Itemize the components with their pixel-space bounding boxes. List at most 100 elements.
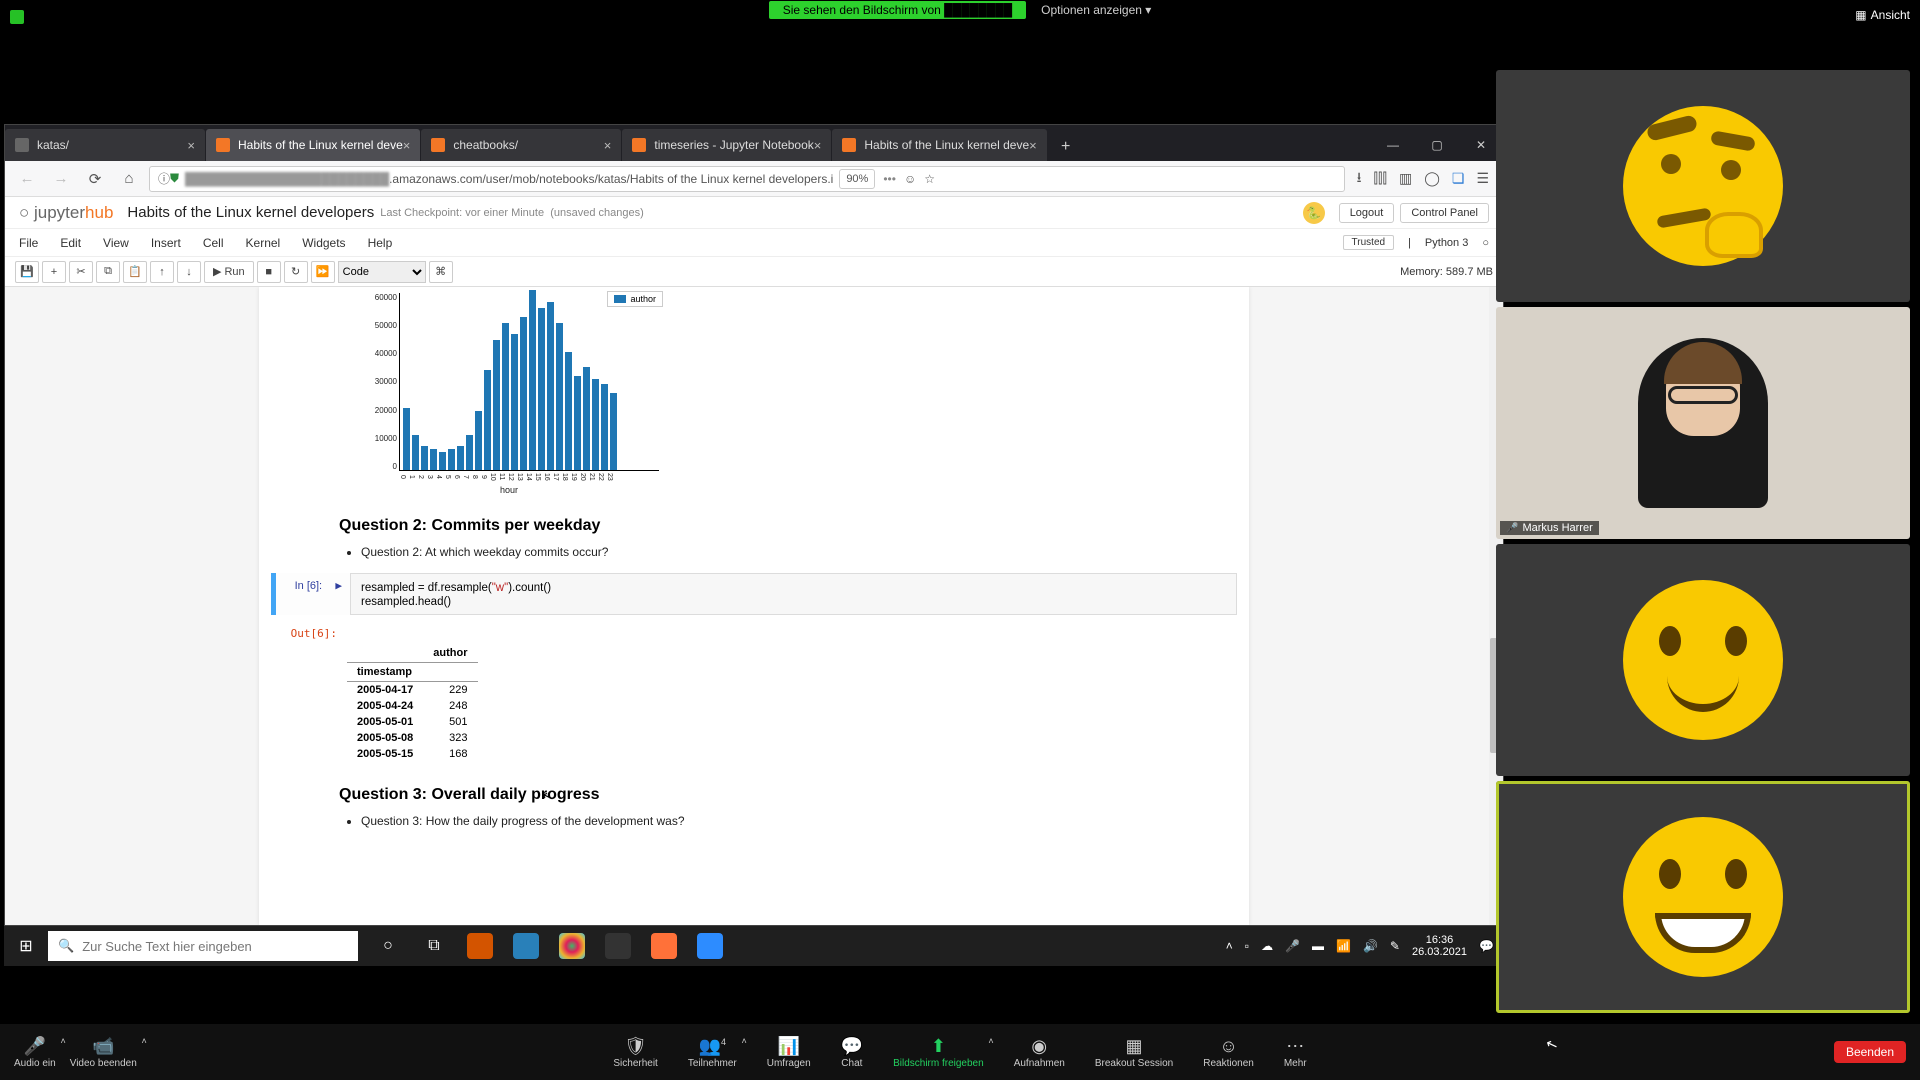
- close-icon[interactable]: ×: [604, 138, 612, 153]
- security-button[interactable]: 🛡Sicherheit: [613, 1036, 657, 1069]
- control-panel-button[interactable]: Control Panel: [1400, 203, 1489, 223]
- tab[interactable]: katas/×: [5, 129, 205, 161]
- notebook-header: ○ jupyterhub Habits of the Linux kernel …: [5, 197, 1503, 229]
- code-cell[interactable]: In [6]: ▶ resampled = df.resample("w").c…: [271, 573, 1237, 615]
- tray-icon[interactable]: ▫: [1245, 939, 1249, 953]
- search-input[interactable]: 🔍 Zur Suche Text hier eingeben: [48, 931, 358, 961]
- tray-icon[interactable]: ☁: [1261, 939, 1273, 953]
- tab[interactable]: Habits of the Linux kernel deve×: [206, 129, 420, 161]
- zoom-controls: 🎤Audio ein˄ 📹Video beenden˄ 🛡Sicherheit …: [0, 1024, 1920, 1080]
- audio-button[interactable]: 🎤Audio ein˄: [14, 1036, 56, 1069]
- window-controls: — ▢ ✕: [1371, 129, 1503, 161]
- forward-button[interactable]: →: [47, 165, 75, 193]
- restart-run-button[interactable]: ⏩: [311, 261, 335, 283]
- view-button[interactable]: ▦ Ansicht: [1855, 8, 1910, 22]
- close-icon[interactable]: ×: [403, 138, 411, 153]
- tray-chevron-icon[interactable]: ˄: [1226, 939, 1233, 953]
- library-icon[interactable]: ⫿⫿⫿: [1374, 170, 1387, 187]
- participant-tile[interactable]: [1496, 544, 1910, 776]
- command-palette-button[interactable]: ⌘: [429, 261, 453, 283]
- menu-cell[interactable]: Cell: [203, 236, 224, 250]
- cortana-icon[interactable]: ○: [368, 926, 408, 966]
- task-view-icon[interactable]: ⧉: [414, 926, 454, 966]
- close-icon[interactable]: ×: [814, 138, 822, 153]
- tab[interactable]: cheatbooks/×: [421, 129, 621, 161]
- menu-insert[interactable]: Insert: [151, 236, 181, 250]
- new-tab-button[interactable]: +: [1052, 133, 1080, 161]
- tray-wifi-icon[interactable]: 📶: [1336, 939, 1351, 953]
- restart-button[interactable]: ↻: [284, 261, 308, 283]
- app-icon[interactable]: [506, 926, 546, 966]
- notebook-title[interactable]: Habits of the Linux kernel developers: [127, 204, 374, 221]
- back-button[interactable]: ←: [13, 165, 41, 193]
- tray-volume-icon[interactable]: 🔊: [1363, 939, 1378, 953]
- move-up-button[interactable]: ↑: [150, 261, 174, 283]
- record-button[interactable]: ◉Aufnahmen: [1014, 1036, 1065, 1069]
- trusted-badge[interactable]: Trusted: [1343, 235, 1395, 250]
- participant-tile[interactable]: [1496, 781, 1910, 1013]
- account-icon[interactable]: ◯: [1424, 170, 1440, 187]
- home-button[interactable]: ⌂: [115, 165, 143, 193]
- container-icon[interactable]: ❏: [1452, 170, 1465, 187]
- participant-tile[interactable]: [1496, 70, 1910, 302]
- move-down-button[interactable]: ↓: [177, 261, 201, 283]
- app-icon[interactable]: [644, 926, 684, 966]
- reader-icon[interactable]: ☺: [904, 172, 916, 186]
- more-icon[interactable]: •••: [883, 172, 896, 186]
- breakout-button[interactable]: ▦Breakout Session: [1095, 1036, 1173, 1069]
- app-icon[interactable]: [460, 926, 500, 966]
- menu-view[interactable]: View: [103, 236, 129, 250]
- kernel-name[interactable]: Python 3: [1425, 237, 1468, 249]
- reload-button[interactable]: ⟳: [81, 165, 109, 193]
- tray-icon[interactable]: ✎: [1390, 939, 1400, 953]
- tray-battery-icon[interactable]: ▬: [1312, 939, 1324, 953]
- notifications-icon[interactable]: 💬: [1479, 939, 1494, 953]
- menu-kernel[interactable]: Kernel: [246, 236, 281, 250]
- stop-button[interactable]: ■: [257, 261, 281, 283]
- polls-button[interactable]: 📊Umfragen: [767, 1036, 811, 1069]
- close-icon[interactable]: ×: [1029, 138, 1037, 153]
- participant-tile[interactable]: 🎤Markus Harrer: [1496, 307, 1910, 539]
- menu-help[interactable]: Help: [368, 236, 393, 250]
- participants-button[interactable]: 👥4Teilnehmer˄: [688, 1036, 737, 1069]
- bookmark-icon[interactable]: ☆: [924, 172, 935, 186]
- clock[interactable]: 16:3626.03.2021: [1412, 934, 1467, 958]
- share-screen-button[interactable]: ⬆Bildschirm freigeben˄: [893, 1036, 984, 1069]
- menu-edit[interactable]: Edit: [60, 236, 81, 250]
- markdown-cell[interactable]: Question 3: Overall daily progress Quest…: [259, 772, 1249, 836]
- tray-mic-icon[interactable]: 🎤: [1285, 939, 1300, 953]
- menu-file[interactable]: File: [19, 236, 38, 250]
- options-dropdown[interactable]: Optionen anzeigen ▾: [1041, 3, 1151, 17]
- sidebar-icon[interactable]: ▥: [1399, 170, 1412, 187]
- logout-button[interactable]: Logout: [1339, 203, 1395, 223]
- add-cell-button[interactable]: +: [42, 261, 66, 283]
- app-icon[interactable]: [598, 926, 638, 966]
- maximize-button[interactable]: ▢: [1415, 129, 1459, 161]
- app-icon[interactable]: [552, 926, 592, 966]
- markdown-cell[interactable]: Question 2: Commits per weekday Question…: [259, 503, 1249, 567]
- cell-type-select[interactable]: Code: [338, 261, 426, 283]
- tab[interactable]: timeseries - Jupyter Notebook×: [622, 129, 831, 161]
- end-button[interactable]: Beenden: [1834, 1041, 1906, 1063]
- save-button[interactable]: 💾: [15, 261, 39, 283]
- more-button[interactable]: ⋯Mehr: [1284, 1036, 1307, 1069]
- reactions-button[interactable]: ☺Reaktionen: [1203, 1036, 1254, 1069]
- run-button[interactable]: ▶ Run: [204, 261, 254, 283]
- minimize-button[interactable]: —: [1371, 129, 1415, 161]
- paste-button[interactable]: 📋: [123, 261, 147, 283]
- tab[interactable]: Habits of the Linux kernel deve×: [832, 129, 1046, 161]
- jupyter-notebook: ○ jupyterhub Habits of the Linux kernel …: [5, 197, 1503, 925]
- app-icon[interactable]: [690, 926, 730, 966]
- start-button[interactable]: ⊞: [4, 926, 48, 966]
- menu-widgets[interactable]: Widgets: [302, 236, 345, 250]
- chat-button[interactable]: 💬Chat: [841, 1036, 863, 1069]
- code-input[interactable]: resampled = df.resample("w").count() res…: [350, 573, 1237, 615]
- url-input[interactable]: ⓘ ⛊ ████████████████████████ .amazonaws.…: [149, 166, 1345, 192]
- close-icon[interactable]: ×: [187, 138, 195, 153]
- download-icon[interactable]: ⭳: [1357, 167, 1362, 191]
- cut-button[interactable]: ✂: [69, 261, 93, 283]
- video-button[interactable]: 📹Video beenden˄: [70, 1036, 137, 1069]
- copy-button[interactable]: ⧉: [96, 261, 120, 283]
- menu-icon[interactable]: ☰: [1476, 170, 1489, 187]
- zoom-badge[interactable]: 90%: [839, 169, 875, 189]
